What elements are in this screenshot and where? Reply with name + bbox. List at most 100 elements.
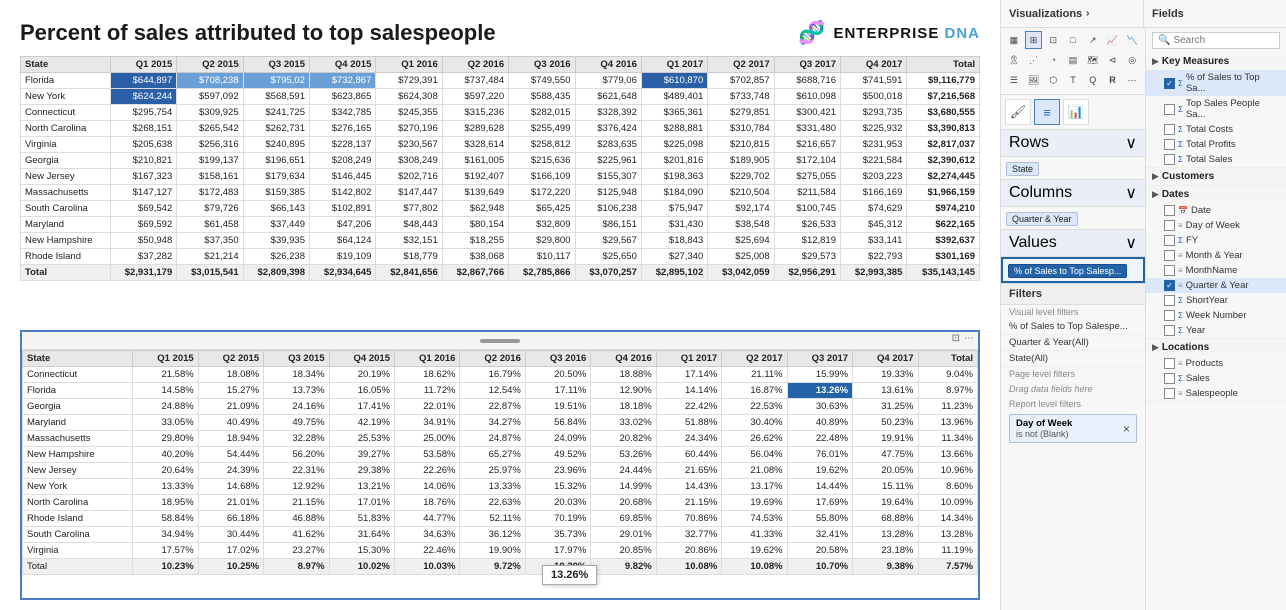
viz-icon-image[interactable]: 🖼 [1025, 71, 1043, 89]
viz-icon-gauge[interactable]: ◎ [1123, 51, 1141, 69]
visual-filter-3[interactable]: State(All) [1001, 351, 1145, 367]
columns-field-tag[interactable]: Quarter & Year [1006, 212, 1078, 226]
tooltip-box: 13.26% [542, 565, 597, 585]
bottom-table: State Q1 2015 Q2 2015 Q3 2015 Q4 2015 Q1… [22, 350, 978, 575]
field-checkbox[interactable] [1164, 373, 1175, 384]
field-checkbox[interactable] [1164, 325, 1175, 336]
field-checkbox[interactable] [1164, 220, 1175, 231]
values-section-header: Values ∨ [1001, 230, 1145, 257]
viz-icon-bar[interactable]: ▦ [1005, 31, 1023, 49]
dow-filter-x-btn[interactable]: × [1123, 422, 1130, 436]
field-checkbox[interactable] [1164, 265, 1175, 276]
field-item[interactable]: ≡Salespeople [1146, 386, 1286, 401]
fields-group-header[interactable]: ▶Customers [1146, 168, 1286, 185]
field-checkbox[interactable] [1164, 124, 1175, 135]
fields-icon-tool[interactable]: ≡ [1034, 99, 1060, 125]
field-checkbox[interactable] [1164, 310, 1175, 321]
viz-icon-scatter[interactable]: ⋰ [1025, 51, 1043, 69]
columns-drop-zone[interactable]: Quarter & Year [1001, 207, 1145, 230]
viz-icon-map[interactable]: 🗺 [1084, 51, 1102, 69]
rows-label: Rows [1009, 134, 1049, 152]
fields-search-input[interactable] [1173, 35, 1274, 46]
fields-group-header[interactable]: ▶Dates [1146, 186, 1286, 203]
field-item[interactable]: ≡MonthName [1146, 263, 1286, 278]
field-item[interactable]: 📅Date [1146, 203, 1286, 218]
analytics-icon[interactable]: 📊 [1063, 99, 1089, 125]
col-q2-2016: Q2 2016 [442, 57, 508, 73]
viz-icon-area[interactable]: 📉 [1123, 31, 1141, 49]
field-checkbox[interactable] [1164, 388, 1175, 399]
field-checkbox[interactable] [1164, 104, 1175, 115]
field-checkbox[interactable] [1164, 205, 1175, 216]
viz-icon-pie[interactable]: ◔ [1044, 51, 1062, 69]
visual-filter-1[interactable]: % of Sales to Top Salespe... [1001, 319, 1145, 335]
fields-group-header[interactable]: ▶Locations [1146, 339, 1286, 356]
field-item[interactable]: ΣShortYear [1146, 293, 1286, 308]
field-item[interactable]: ΣFY [1146, 233, 1286, 248]
field-checkbox[interactable]: ✓ [1164, 280, 1175, 291]
field-item[interactable]: ΣTop Sales People Sa... [1146, 96, 1286, 122]
field-item[interactable]: ΣYear [1146, 323, 1286, 338]
field-item[interactable]: ΣWeek Number [1146, 308, 1286, 323]
viz-icon-kpi[interactable]: ↗ [1084, 31, 1102, 49]
field-item[interactable]: ≡Products [1146, 356, 1286, 371]
top-table-container: State Q1 2015 Q2 2015 Q3 2015 Q4 2015 Q1… [20, 56, 980, 281]
format-icon[interactable]: 🖌 [1005, 99, 1031, 125]
field-checkbox[interactable] [1164, 235, 1175, 246]
field-label: ShortYear [1186, 295, 1228, 306]
dow-filter-tag[interactable]: Day of Week is not (Blank) × [1009, 414, 1137, 443]
field-label: Year [1186, 325, 1205, 336]
viz-icon-ribbon[interactable]: 🎗 [1005, 51, 1023, 69]
field-item[interactable]: ΣTotal Costs [1146, 122, 1286, 137]
viz-icon-shape[interactable]: ⬡ [1044, 71, 1062, 89]
field-item[interactable]: ✓≡Quarter & Year [1146, 278, 1286, 293]
bottom-table-drag-bar[interactable]: ⊡ ⋯ [22, 332, 978, 350]
values-field-tag[interactable]: % of Sales to Top Salesp... [1008, 264, 1127, 278]
viz-icon-table[interactable]: ⊞ [1025, 31, 1043, 49]
field-item[interactable]: ≡Day of Week [1146, 218, 1286, 233]
field-label: FY [1186, 235, 1198, 246]
values-drop-zone[interactable]: % of Sales to Top Salesp... [1001, 257, 1145, 283]
viz-icon-slicer[interactable]: ☰ [1005, 71, 1023, 89]
viz-icon-qna[interactable]: Q [1084, 71, 1102, 89]
viz-icon-text[interactable]: T [1064, 71, 1082, 89]
rows-drop-zone[interactable]: State [1001, 157, 1145, 180]
fields-group-key-measures: ▶Key Measures✓Σ% of Sales to Top Sa...ΣT… [1146, 53, 1286, 168]
top-table: State Q1 2015 Q2 2015 Q3 2015 Q4 2015 Q1… [20, 56, 980, 281]
rows-field-tag[interactable]: State [1006, 162, 1039, 176]
viz-icon-more[interactable]: ⋯ [1123, 71, 1141, 89]
fields-search-bar[interactable]: 🔍 [1152, 32, 1280, 49]
group-chevron: ▶ [1152, 189, 1159, 200]
viz-icon-line[interactable]: 📈 [1104, 31, 1122, 49]
fields-panel: 🔍 ▶Key Measures✓Σ% of Sales to Top Sa...… [1146, 28, 1286, 610]
field-checkbox[interactable]: ✓ [1164, 78, 1175, 89]
field-item[interactable]: ΣTotal Profits [1146, 137, 1286, 152]
viz-icon-funnel[interactable]: ⊲ [1104, 51, 1122, 69]
viz-icon-treemap[interactable]: ▤ [1064, 51, 1082, 69]
viz-icon-r[interactable]: R [1104, 71, 1122, 89]
viz-icon-card[interactable]: □ [1064, 31, 1082, 49]
field-type-icon: 📅 [1178, 206, 1188, 215]
field-item[interactable]: ≡Month & Year [1146, 248, 1286, 263]
field-checkbox[interactable] [1164, 154, 1175, 165]
table-row: Connecticut$295,754$309,925$241,725$342,… [21, 105, 980, 121]
field-item[interactable]: ΣTotal Sales [1146, 152, 1286, 167]
field-checkbox[interactable] [1164, 295, 1175, 306]
fields-group-header[interactable]: ▶Key Measures [1146, 53, 1286, 70]
expand-icon[interactable]: ⊡ [952, 333, 960, 344]
viz-icon-matrix[interactable]: ⊡ [1044, 31, 1062, 49]
field-checkbox[interactable] [1164, 358, 1175, 369]
rows-chevron: ∨ [1125, 133, 1137, 153]
fields-group-customers: ▶Customers [1146, 168, 1286, 186]
table-row: Rhode Island58.84%66.18%46.88%51.83%44.7… [23, 511, 978, 527]
field-item[interactable]: ΣSales [1146, 371, 1286, 386]
more-icon[interactable]: ⋯ [964, 333, 974, 344]
field-checkbox[interactable] [1164, 250, 1175, 261]
col-total: Total [907, 57, 980, 73]
columns-label: Columns [1009, 184, 1072, 202]
table-row: North Carolina18.95%21.01%21.15%17.01%18… [23, 495, 978, 511]
visual-level-label: Visual level filters [1001, 305, 1145, 319]
field-item[interactable]: ✓Σ% of Sales to Top Sa... [1146, 70, 1286, 96]
visual-filter-2[interactable]: Quarter & Year(All) [1001, 335, 1145, 351]
field-checkbox[interactable] [1164, 139, 1175, 150]
